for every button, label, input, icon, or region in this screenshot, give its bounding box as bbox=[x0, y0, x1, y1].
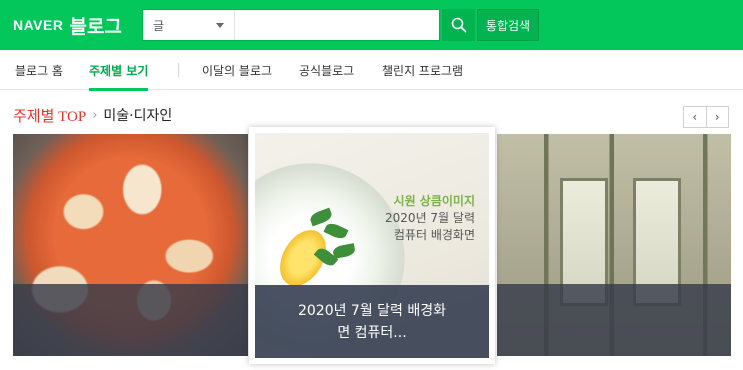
search-box: 글 bbox=[142, 9, 440, 41]
nav-item-blog-home[interactable]: 블로그 홈 bbox=[15, 50, 63, 90]
nav-item-by-topic[interactable]: 주제별 보기 bbox=[89, 50, 149, 91]
post-caption-overlay bbox=[497, 284, 731, 356]
promo-line-1: 시원 상큼이미지 bbox=[393, 194, 475, 208]
search-input[interactable] bbox=[235, 10, 439, 40]
breadcrumb-current: 미술·디자인 bbox=[103, 108, 173, 124]
featured-caption-line-2: 면 컴퓨터... bbox=[337, 324, 407, 341]
total-search-button[interactable]: 통합검색 bbox=[477, 9, 539, 41]
chevron-down-icon bbox=[216, 22, 224, 28]
featured-caption-line-1: 2020년 7월 달력 배경화 bbox=[297, 302, 447, 319]
chevron-right-icon[interactable]: › bbox=[705, 107, 729, 127]
post-card-right[interactable] bbox=[497, 134, 731, 356]
main-nav: 블로그 홈 주제별 보기 이달의 블로그 공식블로그 챌린지 프로그램 bbox=[0, 50, 743, 91]
post-caption-overlay bbox=[13, 284, 248, 356]
nav-divider bbox=[178, 63, 179, 77]
breadcrumb-separator-icon: › bbox=[92, 107, 98, 123]
search-icon bbox=[451, 17, 466, 33]
nav-item-challenge-program[interactable]: 챌린지 프로그램 bbox=[382, 50, 463, 90]
breadcrumb: 주제별 TOP › 미술·디자인 bbox=[13, 104, 172, 126]
post-card-featured[interactable]: 시원 상큼이미지 2020년 7월 달력 컴퓨터 배경화면 2020년 7월 달… bbox=[249, 127, 495, 364]
promo-line-3: 컴퓨터 배경화면 bbox=[393, 228, 475, 242]
blog-logo-text: 블로그 bbox=[69, 15, 122, 38]
search-category-label: 글 bbox=[153, 18, 165, 33]
naver-logo-text: NAVER bbox=[13, 17, 64, 33]
post-card-left[interactable] bbox=[13, 134, 248, 356]
thumbnail-promo-text: 시원 상큼이미지 2020년 7월 달력 컴퓨터 배경화면 bbox=[365, 193, 475, 244]
search-category-select[interactable]: 글 bbox=[143, 10, 235, 40]
featured-thumbnail: 시원 상큼이미지 2020년 7월 달력 컴퓨터 배경화면 2020년 7월 달… bbox=[255, 133, 489, 358]
promo-line-2: 2020년 7월 달력 bbox=[385, 211, 475, 225]
nav-item-official-blog[interactable]: 공식블로그 bbox=[299, 50, 354, 90]
naver-blog-logo[interactable]: NAVER 블로그 bbox=[13, 12, 122, 38]
nav-item-blog-of-month[interactable]: 이달의 블로그 bbox=[202, 50, 272, 90]
chevron-left-icon[interactable]: ‹ bbox=[684, 107, 706, 127]
search-button[interactable] bbox=[442, 9, 475, 41]
carousel-pager: ‹ › bbox=[683, 106, 729, 128]
top-header: NAVER 블로그 글 통합검색 bbox=[0, 0, 743, 50]
featured-caption[interactable]: 2020년 7월 달력 배경화 면 컴퓨터... bbox=[255, 285, 489, 358]
breadcrumb-top-link[interactable]: 주제별 TOP bbox=[13, 105, 86, 126]
